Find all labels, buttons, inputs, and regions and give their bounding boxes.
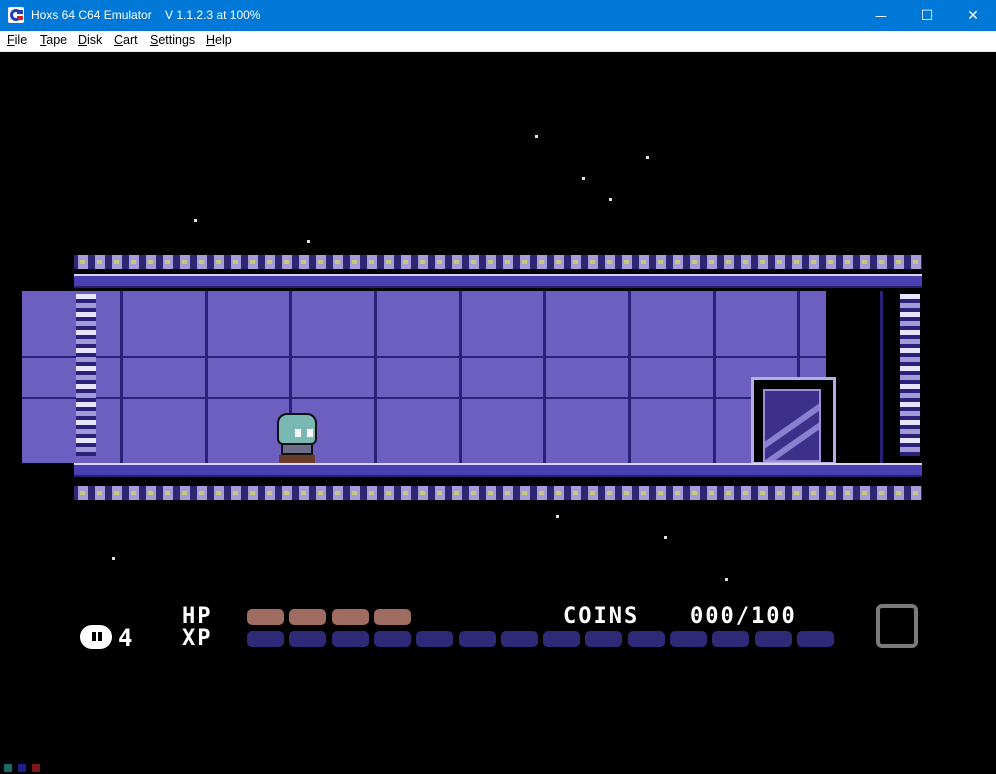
wall-panel-seam bbox=[628, 291, 631, 463]
xp-segment bbox=[458, 631, 496, 647]
lives-icon bbox=[80, 625, 112, 649]
exit-door bbox=[751, 377, 836, 465]
back-wall bbox=[22, 291, 826, 463]
xp-segment bbox=[543, 631, 581, 647]
top-light-strip bbox=[74, 255, 922, 269]
minimize-button[interactable]: — bbox=[858, 0, 904, 31]
wall-panel-seam bbox=[543, 291, 546, 463]
wall-panel-seam bbox=[713, 291, 716, 463]
xp-segment bbox=[416, 631, 454, 647]
maximize-icon: ☐ bbox=[920, 7, 934, 24]
menu-cart[interactable]: Cart bbox=[114, 33, 138, 47]
coins-counter: 000/100 bbox=[690, 604, 797, 629]
status-led bbox=[32, 764, 40, 772]
wall-panel-seam bbox=[205, 291, 208, 463]
star bbox=[535, 135, 538, 138]
wall-beam-upper bbox=[22, 356, 826, 358]
star bbox=[609, 198, 612, 201]
xp-label: XP bbox=[182, 626, 213, 651]
hp-segment bbox=[289, 609, 327, 625]
wall-panel-seam bbox=[374, 291, 377, 463]
star bbox=[112, 557, 115, 560]
status-led bbox=[18, 764, 26, 772]
xp-segment bbox=[627, 631, 665, 647]
right-wall-lights bbox=[900, 294, 920, 456]
menu-tape[interactable]: Tape bbox=[40, 33, 67, 47]
xp-segment bbox=[373, 631, 411, 647]
star bbox=[582, 177, 585, 180]
xp-segment bbox=[247, 631, 284, 647]
star bbox=[725, 578, 728, 581]
window-title: Hoxs 64 C64 Emulator V 1.1.2.3 at 100% bbox=[31, 8, 261, 22]
hp-segment bbox=[331, 609, 369, 625]
star bbox=[556, 515, 559, 518]
xp-segment bbox=[670, 631, 707, 647]
xp-segment bbox=[754, 631, 792, 647]
maximize-button[interactable]: ☐ bbox=[904, 0, 950, 31]
bottom-light-strip bbox=[74, 486, 922, 500]
star bbox=[646, 156, 649, 159]
left-wall-lights bbox=[76, 294, 96, 456]
menu-file[interactable]: File bbox=[7, 33, 27, 47]
ceiling-rail bbox=[74, 274, 922, 288]
xp-segment bbox=[289, 631, 327, 647]
xp-segment bbox=[500, 631, 538, 647]
star bbox=[307, 240, 310, 243]
status-indicators bbox=[4, 764, 40, 772]
floor-rail bbox=[74, 463, 922, 477]
coins-label: COINS bbox=[563, 604, 640, 629]
wall-panel-seam bbox=[880, 291, 883, 463]
menu-disk[interactable]: Disk bbox=[78, 33, 102, 47]
menu-bar: File Tape Disk Cart Settings Help bbox=[0, 31, 996, 52]
xp-segment bbox=[796, 631, 834, 647]
star bbox=[194, 219, 197, 222]
hp-segment bbox=[247, 609, 284, 625]
lives-count: 4 bbox=[118, 624, 135, 652]
menu-help[interactable]: Help bbox=[206, 33, 232, 47]
xp-segment bbox=[331, 631, 369, 647]
xp-segment bbox=[712, 631, 750, 647]
item-slot bbox=[876, 604, 918, 648]
status-led bbox=[4, 764, 12, 772]
hp-segment bbox=[373, 609, 411, 625]
xp-segment bbox=[585, 631, 623, 647]
minimize-icon: — bbox=[875, 8, 887, 23]
close-icon: ✕ bbox=[967, 7, 979, 24]
star bbox=[664, 536, 667, 539]
menu-settings[interactable]: Settings bbox=[150, 33, 195, 47]
wall-beam-lower bbox=[22, 397, 826, 399]
wall-panel-seam bbox=[459, 291, 462, 463]
c64-app-icon[interactable] bbox=[8, 7, 24, 23]
close-button[interactable]: ✕ bbox=[950, 0, 996, 31]
player-character bbox=[275, 413, 319, 463]
title-bar: Hoxs 64 C64 Emulator V 1.1.2.3 at 100% —… bbox=[0, 0, 996, 31]
wall-panel-seam bbox=[120, 291, 123, 463]
